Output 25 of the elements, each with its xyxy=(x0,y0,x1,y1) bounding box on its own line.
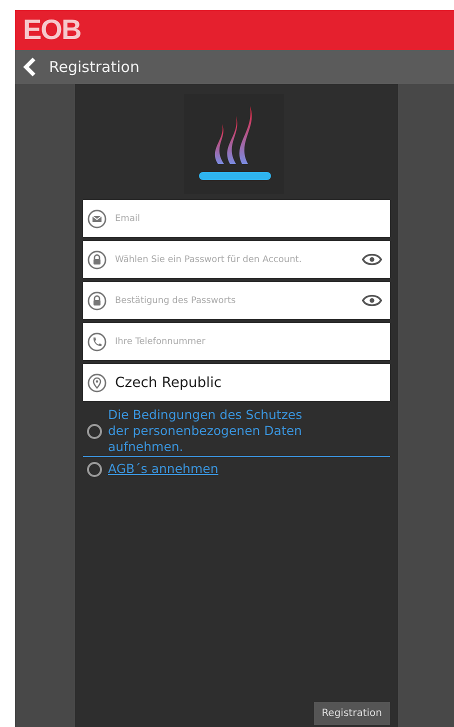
page-title: Registration xyxy=(49,58,140,76)
input-field[interactable]: Bestätigung des Passworts xyxy=(83,282,390,319)
back-icon[interactable] xyxy=(23,57,37,77)
input-field[interactable]: Ihre Telefonnummer xyxy=(83,323,390,360)
consent-link[interactable]: AGB´s annehmen xyxy=(108,461,218,477)
placeholder-text: Email xyxy=(115,214,140,224)
phone-icon xyxy=(87,332,107,352)
lock-icon xyxy=(87,290,107,310)
consent-link[interactable]: Die Bedingungen des Schutzes der personenbezogenen Daten aufnehmen. xyxy=(108,407,318,455)
placeholder-text: Ihre Telefonnummer xyxy=(115,336,206,346)
input-field[interactable]: Wählen Sie ein Passwort für den Account. xyxy=(83,241,390,278)
placeholder-text: Bestätigung des Passworts xyxy=(115,296,236,306)
registration-button[interactable]: Registration xyxy=(314,702,390,725)
placeholder-text: Wählen Sie ein Passwort für den Account. xyxy=(115,254,302,264)
location-pin-icon xyxy=(87,372,107,392)
field-value: Czech Republic xyxy=(115,374,222,390)
radio-button[interactable] xyxy=(87,424,102,438)
envelope-icon xyxy=(87,208,107,228)
lock-icon xyxy=(87,250,107,270)
eye-icon[interactable] xyxy=(362,253,382,266)
input-field[interactable]: Email xyxy=(83,200,390,237)
logo: EOB xyxy=(23,14,81,46)
input-field[interactable]: Czech Republic xyxy=(83,364,390,401)
radio-button[interactable] xyxy=(87,462,102,476)
eye-icon[interactable] xyxy=(362,294,382,307)
